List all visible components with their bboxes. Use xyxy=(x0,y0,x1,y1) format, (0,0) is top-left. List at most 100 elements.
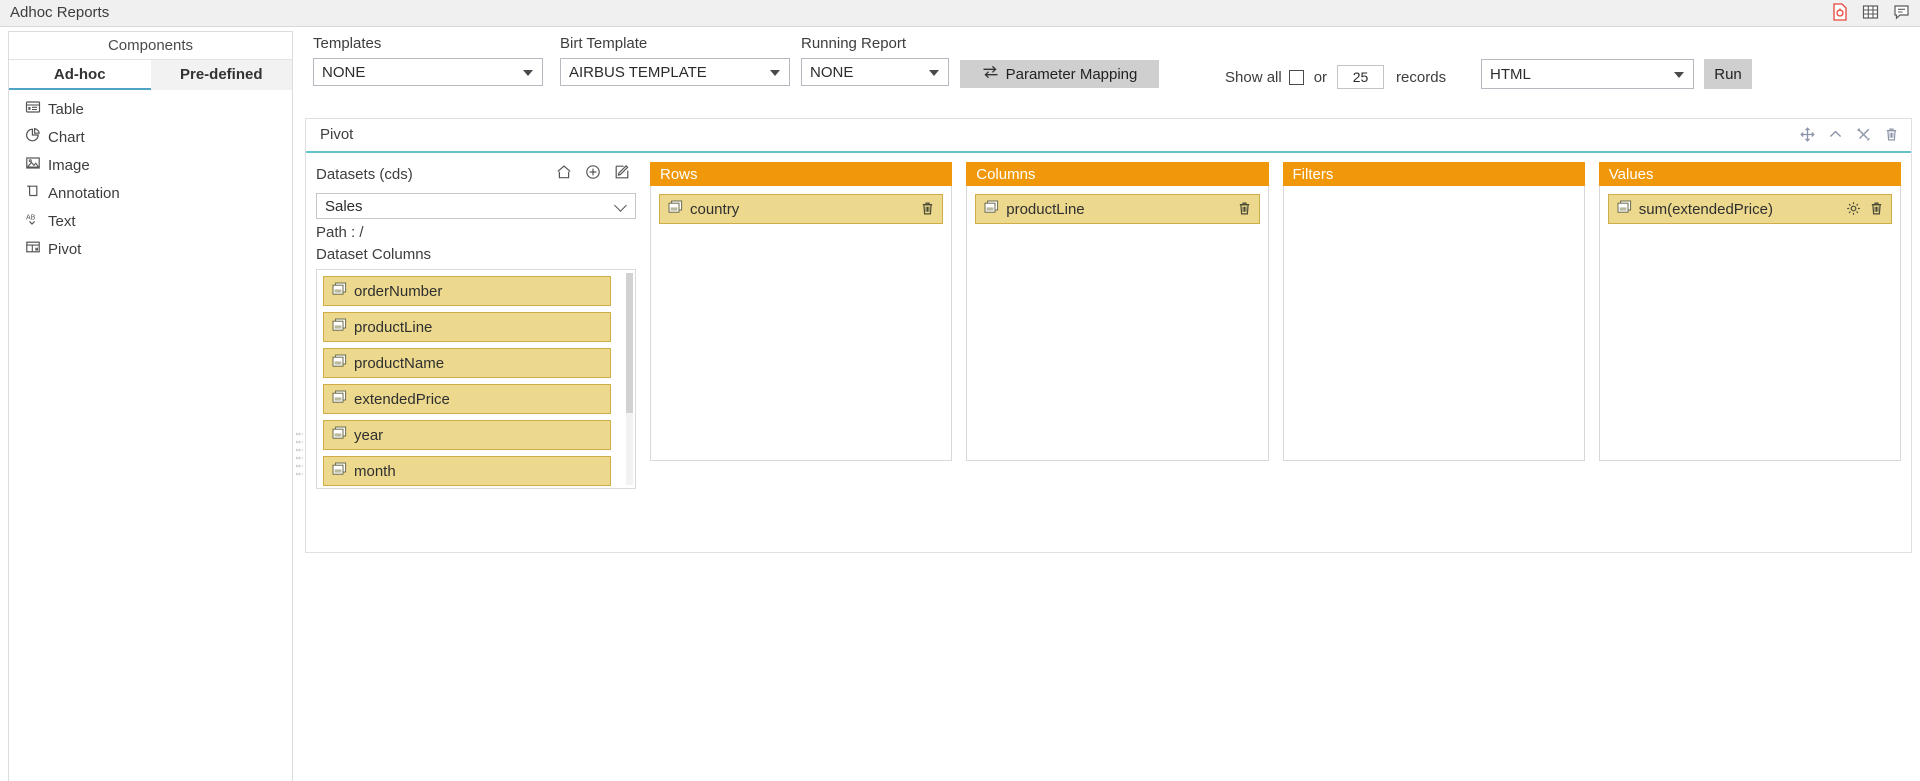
show-all-label: Show all xyxy=(1225,68,1282,86)
dataset-column-label: extendedPrice xyxy=(354,390,450,408)
run-button[interactable]: Run xyxy=(1704,59,1752,89)
zone-item-productline[interactable]: productLine xyxy=(975,194,1260,224)
move-icon[interactable] xyxy=(1800,127,1815,147)
gear-icon[interactable] xyxy=(1846,201,1861,220)
swap-arrows-icon xyxy=(982,65,999,83)
zone-dropzone[interactable]: productLine xyxy=(966,186,1269,461)
table-icon xyxy=(25,99,41,119)
zone-title: Columns xyxy=(966,162,1269,186)
show-all-checkbox[interactable] xyxy=(1288,69,1304,85)
running-report-field: Running Report NONE xyxy=(801,35,949,86)
column-icon xyxy=(984,200,999,218)
zone-dropzone[interactable] xyxy=(1282,186,1585,461)
zone-item-sum-extendedprice[interactable]: sum(extendedPrice) xyxy=(1607,194,1892,224)
dataset-column-item[interactable]: productLine xyxy=(323,312,611,342)
dataset-column-item[interactable]: productName xyxy=(323,348,611,378)
pivot-zone-columns: Columns productLine xyxy=(966,162,1269,489)
column-icon xyxy=(668,200,683,218)
plus-circle-icon[interactable] xyxy=(585,164,601,184)
datasets-actions xyxy=(556,164,630,184)
component-item-image[interactable]: Image xyxy=(9,151,292,179)
running-report-select[interactable]: NONE xyxy=(801,58,949,86)
records-label: records xyxy=(1396,68,1447,86)
pivot-icon xyxy=(25,239,41,259)
birt-template-label: Birt Template xyxy=(560,35,648,52)
zone-title: Rows xyxy=(650,162,953,186)
templates-select[interactable]: NONE xyxy=(313,58,543,86)
parameter-mapping-button[interactable]: Parameter Mapping xyxy=(960,60,1159,88)
title-bar: Adhoc Reports xyxy=(0,0,1920,27)
dataset-columns-list: orderNumber productLine productName exte… xyxy=(316,269,636,489)
column-icon xyxy=(332,462,347,480)
dataset-path: Path : / xyxy=(316,224,364,241)
trash-icon[interactable] xyxy=(1237,201,1252,220)
birt-template-select[interactable]: AIRBUS TEMPLATE xyxy=(560,58,790,86)
component-item-pivot[interactable]: Pivot xyxy=(9,235,292,263)
column-icon xyxy=(332,426,347,444)
templates-value: NONE xyxy=(322,63,366,81)
pivot-card-header: Pivot xyxy=(306,119,1911,153)
edit-pencil-icon[interactable] xyxy=(614,164,630,184)
dataset-columns-scrollbar[interactable] xyxy=(626,273,633,485)
dataset-column-label: month xyxy=(354,462,396,480)
datasets-header: Datasets (cds) xyxy=(316,162,636,186)
pivot-zone-filters: Filters xyxy=(1282,162,1585,489)
component-item-table[interactable]: Table xyxy=(9,95,292,123)
datasets-label: Datasets (cds) xyxy=(316,165,413,183)
column-icon xyxy=(332,390,347,408)
home-icon[interactable] xyxy=(556,164,572,184)
tab-ad-hoc[interactable]: Ad-hoc xyxy=(9,60,151,90)
dataset-column-label: productLine xyxy=(354,318,433,336)
component-item-annotation[interactable]: Annotation xyxy=(9,179,292,207)
trash-icon[interactable] xyxy=(920,201,935,220)
dataset-column-label: year xyxy=(354,426,384,444)
component-item-label: Annotation xyxy=(48,184,120,202)
report-settings-icon[interactable] xyxy=(1831,3,1848,21)
image-icon xyxy=(25,155,41,175)
zone-title: Values xyxy=(1598,162,1901,186)
grid-table-icon[interactable] xyxy=(1862,3,1879,21)
pivot-zone-values: Values sum(extendedPrice) xyxy=(1598,162,1901,489)
dataset-select[interactable]: Sales xyxy=(316,193,636,219)
component-item-label: Pivot xyxy=(48,240,82,258)
zone-dropzone[interactable]: country xyxy=(650,186,953,461)
component-item-text[interactable]: AB Text xyxy=(9,207,292,235)
component-item-chart[interactable]: Chart xyxy=(9,123,292,151)
running-report-value: NONE xyxy=(810,63,854,81)
dataset-column-item[interactable]: extendedPrice xyxy=(323,384,611,414)
components-list: Table Chart Image Annotation AB Text Piv… xyxy=(9,90,292,263)
column-icon xyxy=(1617,200,1632,218)
components-panel: Components Ad-hoc Pre-defined Table Char… xyxy=(8,31,293,781)
panel-splitter-handle[interactable] xyxy=(293,420,305,490)
column-icon xyxy=(332,354,347,372)
datasets-panel: Datasets (cds) Sales Path: / Dataset Co… xyxy=(316,162,636,489)
dataset-column-item[interactable]: month xyxy=(323,456,611,486)
records-input[interactable] xyxy=(1337,65,1385,89)
dataset-columns-label: Dataset Columns xyxy=(316,246,432,263)
templates-field: Templates NONE xyxy=(313,35,543,86)
annotation-icon xyxy=(25,183,41,203)
dataset-select-value: Sales xyxy=(325,197,363,215)
trash-icon[interactable] xyxy=(1869,201,1884,220)
dataset-column-item[interactable]: year xyxy=(323,420,611,450)
pivot-card-actions xyxy=(1800,127,1899,147)
pivot-body: Datasets (cds) Sales Path: / Dataset Co… xyxy=(306,153,1911,489)
tools-icon[interactable] xyxy=(1856,127,1871,147)
scrollbar-thumb[interactable] xyxy=(626,273,633,413)
zone-dropzone[interactable]: sum(extendedPrice) xyxy=(1598,186,1901,461)
dataset-column-label: productName xyxy=(354,354,445,372)
tab-pre-defined[interactable]: Pre-defined xyxy=(150,60,292,90)
pivot-card: Pivot Datasets (cds) Sales Path: / Data… xyxy=(305,118,1912,553)
dataset-column-item[interactable]: orderNumber xyxy=(323,276,611,306)
zone-title: Filters xyxy=(1282,162,1585,186)
output-format-select[interactable]: HTML xyxy=(1481,59,1694,89)
comment-icon[interactable] xyxy=(1893,3,1910,21)
zone-item-actions xyxy=(920,201,935,220)
zone-item-country[interactable]: country xyxy=(659,194,944,224)
zone-item-label: productLine xyxy=(1006,200,1085,218)
chevron-down-icon xyxy=(1674,72,1684,78)
trash-icon[interactable] xyxy=(1884,127,1899,147)
chevron-up-icon[interactable] xyxy=(1828,127,1843,147)
birt-template-field: Birt Template AIRBUS TEMPLATE xyxy=(560,35,790,86)
templates-label: Templates xyxy=(313,35,382,52)
